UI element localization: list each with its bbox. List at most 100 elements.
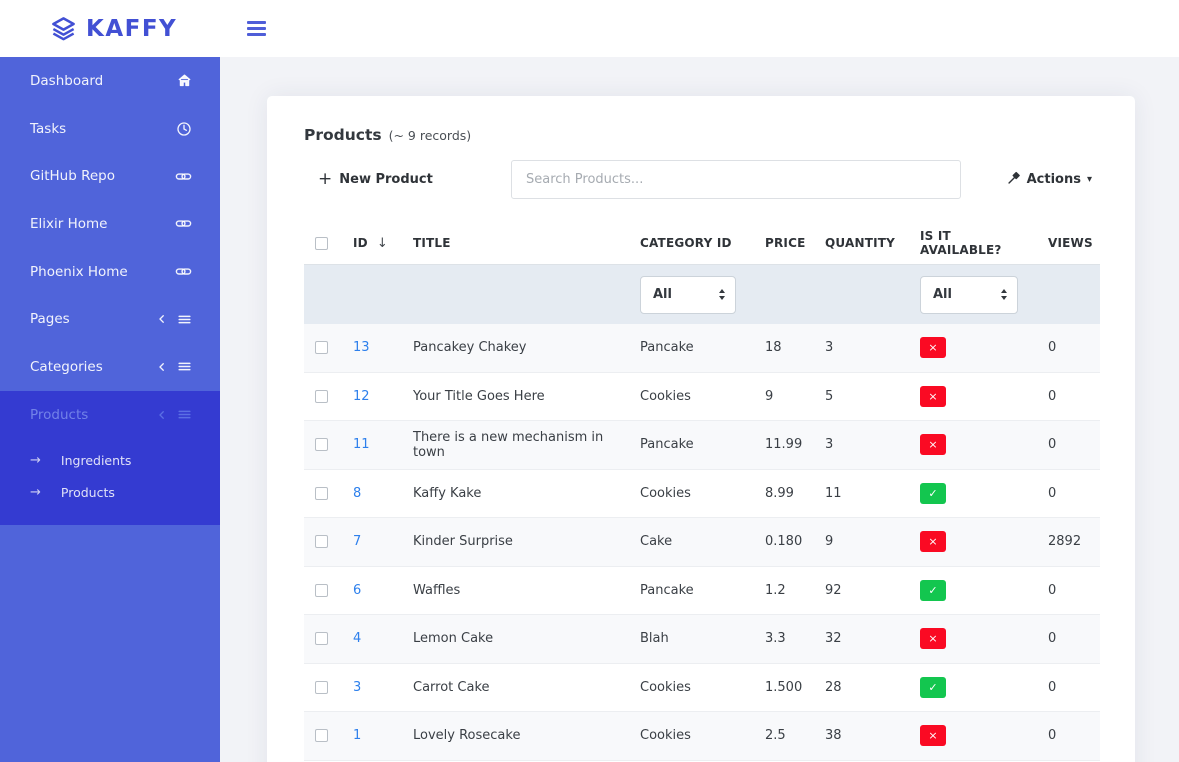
- brand-name: KAFFY: [86, 16, 177, 42]
- sidebar-subitem-products[interactable]: → Products: [0, 477, 220, 509]
- link-icon: [175, 215, 192, 232]
- new-product-button[interactable]: + New Product: [318, 171, 511, 188]
- caret-down-icon: ▾: [1087, 175, 1092, 185]
- available-filter-select[interactable]: All: [920, 276, 1018, 314]
- sidebar: Dashboard Tasks GitHub Repo Elixir Home: [0, 57, 220, 762]
- row-checkbox[interactable]: [315, 729, 328, 742]
- row-price: 2.5: [753, 712, 813, 760]
- table-row: 7 Kinder Surprise Cake 0.180 9 × 2892: [304, 518, 1100, 567]
- row-views: 0: [1036, 712, 1100, 760]
- row-checkbox[interactable]: [315, 390, 328, 403]
- row-views: 0: [1036, 664, 1100, 712]
- menu-toggle-icon[interactable]: [243, 17, 270, 40]
- sidebar-item-phoenix-home[interactable]: Phoenix Home: [0, 248, 220, 296]
- header-available[interactable]: IS IT AVAILABLE?: [908, 222, 1036, 264]
- row-title: Kaffy Kake: [401, 470, 628, 518]
- row-title: Your Title Goes Here: [401, 373, 628, 421]
- row-checkbox[interactable]: [315, 632, 328, 645]
- row-title: There is a new mechanism in town: [401, 421, 628, 469]
- topbar: KAFFY: [0, 0, 1179, 57]
- row-price: 3.3: [753, 615, 813, 663]
- products-subnav: → Ingredients → Products: [0, 439, 220, 509]
- row-views: 0: [1036, 421, 1100, 469]
- chevron-left-icon: [156, 361, 168, 373]
- header-views[interactable]: VIEWS: [1036, 222, 1100, 264]
- row-title: Kinder Surprise: [401, 518, 628, 566]
- actions-dropdown-button[interactable]: Actions ▾: [1007, 170, 1092, 189]
- row-category: Pancake: [628, 324, 753, 372]
- arrow-right-icon: →: [30, 485, 41, 500]
- sidebar-item-dashboard[interactable]: Dashboard: [0, 57, 220, 105]
- available-no-badge: ×: [920, 531, 946, 552]
- link-icon: [175, 168, 192, 185]
- row-id-link[interactable]: 7: [353, 534, 361, 549]
- table-row: 11 There is a new mechanism in town Panc…: [304, 421, 1100, 470]
- row-id-link[interactable]: 12: [353, 389, 370, 404]
- hammer-icon: [1007, 170, 1021, 189]
- page-title: Products: [304, 126, 382, 144]
- row-checkbox[interactable]: [315, 681, 328, 694]
- row-checkbox[interactable]: [315, 438, 328, 451]
- row-checkbox[interactable]: [315, 584, 328, 597]
- search-input[interactable]: [511, 160, 961, 199]
- plus-icon: +: [318, 171, 332, 188]
- row-id-link[interactable]: 13: [353, 340, 370, 355]
- available-no-badge: ×: [920, 725, 946, 746]
- header-price[interactable]: PRICE: [753, 222, 813, 264]
- table-header-row: ID ↓ TITLE CATEGORY ID PRICE QUANTITY IS…: [304, 222, 1100, 265]
- list-icon: [177, 407, 192, 422]
- products-card: Products (~ 9 records) + New Product Act…: [267, 96, 1135, 762]
- sidebar-item-categories[interactable]: Categories: [0, 343, 220, 391]
- sidebar-item-elixir-home[interactable]: Elixir Home: [0, 200, 220, 248]
- row-id-link[interactable]: 4: [353, 631, 361, 646]
- row-category: Cookies: [628, 664, 753, 712]
- row-category: Cookies: [628, 373, 753, 421]
- header-id[interactable]: ID ↓: [341, 222, 401, 264]
- row-id-link[interactable]: 1: [353, 728, 361, 743]
- row-price: 1.500: [753, 664, 813, 712]
- select-all-checkbox[interactable]: [315, 237, 328, 250]
- sidebar-item-pages[interactable]: Pages: [0, 295, 220, 343]
- sidebar-item-products[interactable]: Products: [0, 391, 220, 439]
- row-id-link[interactable]: 6: [353, 583, 361, 598]
- header-category-id[interactable]: CATEGORY ID: [628, 222, 753, 264]
- row-id-link[interactable]: 11: [353, 437, 370, 452]
- table-row: 1 Lovely Rosecake Cookies 2.5 38 × 0: [304, 712, 1100, 761]
- select-arrows-icon: [1001, 289, 1007, 300]
- header-quantity[interactable]: QUANTITY: [813, 222, 908, 264]
- row-id-link[interactable]: 8: [353, 486, 361, 501]
- table-controls: + New Product Actions ▾: [304, 159, 1100, 199]
- row-title: Pancakey Chakey: [401, 324, 628, 372]
- row-checkbox[interactable]: [315, 341, 328, 354]
- table-row: 13 Pancakey Chakey Pancake 18 3 × 0: [304, 324, 1100, 373]
- table-row: 8 Kaffy Kake Cookies 8.99 11 ✓ 0: [304, 470, 1100, 519]
- table-row: 12 Your Title Goes Here Cookies 9 5 × 0: [304, 373, 1100, 422]
- row-checkbox[interactable]: [315, 487, 328, 500]
- row-category: Pancake: [628, 421, 753, 469]
- main-content: Products (~ 9 records) + New Product Act…: [220, 57, 1179, 762]
- category-filter-select[interactable]: All: [640, 276, 736, 314]
- row-quantity: 3: [813, 324, 908, 372]
- header-title[interactable]: TITLE: [401, 222, 628, 264]
- row-quantity: 9: [813, 518, 908, 566]
- records-count: (~ 9 records): [389, 128, 472, 143]
- row-price: 1.2: [753, 567, 813, 615]
- sidebar-item-tasks[interactable]: Tasks: [0, 105, 220, 153]
- sidebar-subitem-ingredients[interactable]: → Ingredients: [0, 445, 220, 477]
- row-price: 18: [753, 324, 813, 372]
- row-quantity: 92: [813, 567, 908, 615]
- row-views: 0: [1036, 470, 1100, 518]
- available-no-badge: ×: [920, 628, 946, 649]
- table-row: 6 Waffles Pancake 1.2 92 ✓ 0: [304, 567, 1100, 616]
- sidebar-group-products: Products → Ingredients →: [0, 391, 220, 525]
- row-id-link[interactable]: 3: [353, 680, 361, 695]
- products-table: ID ↓ TITLE CATEGORY ID PRICE QUANTITY IS…: [304, 222, 1100, 761]
- chevron-left-icon: [156, 409, 168, 421]
- clock-icon: [176, 121, 192, 137]
- row-category: Cookies: [628, 470, 753, 518]
- brand-logo[interactable]: KAFFY: [50, 15, 177, 42]
- row-views: 0: [1036, 373, 1100, 421]
- sidebar-item-github-repo[interactable]: GitHub Repo: [0, 152, 220, 200]
- row-checkbox[interactable]: [315, 535, 328, 548]
- row-title: Lovely Rosecake: [401, 712, 628, 760]
